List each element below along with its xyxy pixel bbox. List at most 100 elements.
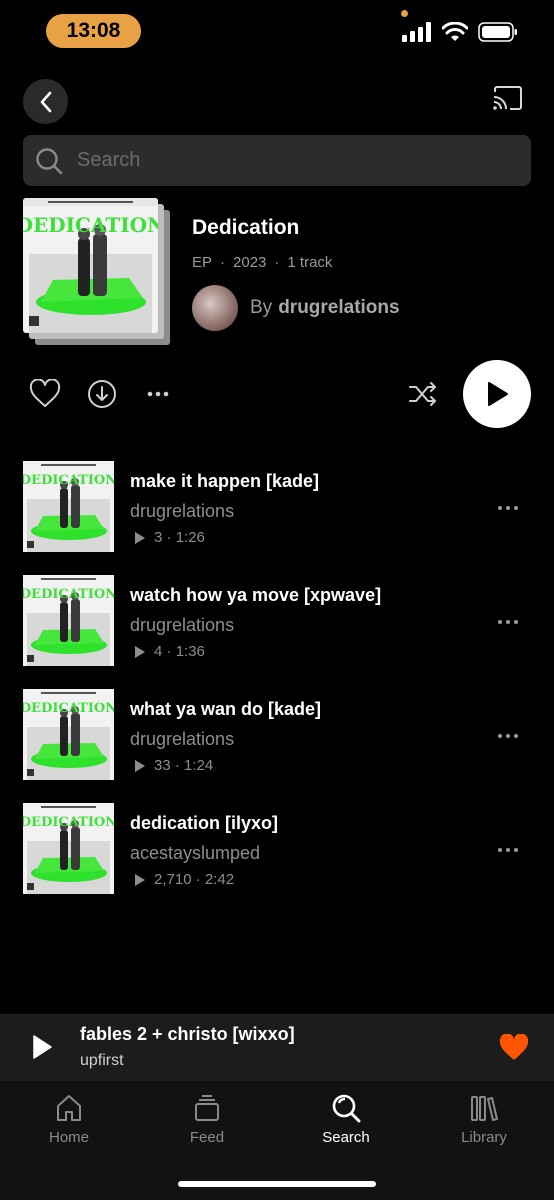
track-artwork-image: DEDICATION — [23, 461, 114, 552]
track-title: make it happen [kade] — [130, 471, 320, 491]
cast-button[interactable] — [492, 85, 524, 118]
status-time: 13:08 — [46, 14, 141, 48]
search-icon — [36, 147, 63, 174]
heart-filled-icon — [499, 1033, 529, 1060]
album-meta: EP · 2023 · 1 track — [192, 254, 332, 271]
play-icon — [33, 1035, 52, 1059]
artist-avatar — [192, 285, 238, 331]
track-title: watch how ya move [xpwave] — [130, 585, 382, 605]
track-plays: 2,710 — [154, 871, 192, 888]
now-playing-title: fables 2 + christo [wixxo] — [80, 1024, 295, 1044]
track-title: what ya wan do [kade] — [130, 699, 322, 719]
album-type: EP — [192, 254, 213, 271]
artist-name: drugrelations — [278, 297, 400, 318]
search-input[interactable]: Search — [23, 135, 531, 186]
cast-icon — [493, 86, 522, 110]
search-placeholder: Search — [77, 149, 141, 171]
cellular-signal-icon — [402, 22, 431, 42]
track-duration: 2:42 — [204, 871, 235, 888]
more-horizontal-icon — [498, 620, 518, 624]
track-plays: 4 — [154, 643, 163, 660]
library-icon — [471, 1096, 498, 1121]
track-artwork-image: DEDICATION — [23, 803, 114, 894]
artist-by-label: By — [250, 297, 273, 318]
track-row[interactable]: DEDICATION what ya wan do [kade] drugrel… — [23, 689, 531, 780]
like-button[interactable] — [29, 378, 61, 414]
search-icon — [332, 1094, 361, 1123]
track-duration: 1:26 — [175, 529, 205, 546]
track-more-button[interactable] — [497, 613, 519, 631]
tab-label: Feed — [189, 1129, 225, 1146]
shuffle-icon — [409, 382, 436, 406]
more-horizontal-icon — [147, 391, 169, 397]
track-artist: drugrelations — [130, 729, 235, 749]
track-artwork-text: DEDICATION — [23, 587, 114, 602]
battery-icon — [478, 22, 517, 42]
track-more-button[interactable] — [497, 727, 519, 745]
track-stats: 2,710 · 2:42 — [134, 871, 234, 888]
chevron-left-icon — [40, 91, 51, 112]
home-icon — [57, 1095, 81, 1121]
track-artwork-text: DEDICATION — [23, 701, 114, 716]
track-plays: 3 — [154, 529, 163, 546]
track-artwork-text: DEDICATION — [23, 473, 114, 488]
track-artwork: DEDICATION — [23, 575, 114, 666]
track-artwork: DEDICATION — [23, 803, 114, 894]
track-duration: 1:36 — [175, 643, 205, 660]
album-artwork: DEDICATION — [23, 198, 158, 333]
track-more-button[interactable] — [497, 499, 519, 517]
track-row[interactable]: DEDICATION make it happen [kade] drugrel… — [23, 461, 531, 552]
track-row[interactable]: DEDICATION watch how ya move [xpwave] dr… — [23, 575, 531, 666]
track-title: dedication [ilyxo] — [130, 813, 279, 833]
more-horizontal-icon — [498, 848, 518, 852]
track-artist: drugrelations — [130, 615, 235, 635]
privacy-indicator-dot — [401, 10, 408, 17]
track-stats: 4 · 1:36 — [134, 643, 205, 660]
tab-label: Search — [322, 1129, 370, 1146]
now-playing-artist: upfirst — [80, 1052, 124, 1069]
album-track-count: 1 track — [287, 254, 333, 271]
track-artist: drugrelations — [130, 501, 235, 521]
tab-library[interactable]: Library — [424, 1093, 544, 1146]
wifi-icon — [442, 22, 468, 41]
meta-separator: · — [220, 254, 226, 271]
artist-link[interactable]: By drugrelations — [192, 285, 400, 331]
play-count-icon — [135, 759, 145, 772]
track-row[interactable]: DEDICATION dedication [ilyxo] acestayslu… — [23, 803, 531, 894]
back-button[interactable] — [23, 79, 68, 124]
track-stats: 33 · 1:24 — [134, 757, 213, 774]
meta-separator: · — [274, 254, 280, 271]
track-artwork-image: DEDICATION — [23, 689, 114, 780]
play-icon — [488, 382, 508, 406]
tab-label: Home — [48, 1129, 89, 1146]
download-icon — [88, 380, 116, 408]
album-title: Dedication — [192, 216, 300, 239]
tab-home[interactable]: Home — [9, 1093, 129, 1146]
tab-search[interactable]: Search — [286, 1093, 406, 1146]
cover-title-text: DEDICATION — [23, 213, 158, 237]
mini-like-button[interactable] — [499, 1033, 529, 1067]
album-cover: DEDICATION — [23, 198, 158, 333]
track-artwork: DEDICATION — [23, 689, 114, 780]
heart-outline-icon — [29, 378, 61, 407]
track-artwork: DEDICATION — [23, 461, 114, 552]
track-artist: acestayslumped — [130, 843, 261, 863]
more-options-button[interactable] — [146, 382, 170, 411]
play-count-icon — [135, 531, 145, 544]
download-button[interactable] — [87, 379, 117, 414]
more-horizontal-icon — [498, 506, 518, 510]
album-year: 2023 — [233, 254, 267, 271]
feed-icon — [195, 1095, 219, 1121]
mini-play-button[interactable] — [31, 1034, 53, 1065]
album-cover-stack[interactable]: DEDICATION — [23, 198, 173, 348]
tab-feed[interactable]: Feed — [147, 1093, 267, 1146]
track-duration: 1:24 — [184, 757, 214, 774]
track-artwork-image: DEDICATION — [23, 575, 114, 666]
status-icons — [402, 22, 518, 42]
track-more-button[interactable] — [497, 841, 519, 859]
shuffle-button[interactable] — [408, 380, 438, 413]
mini-player[interactable]: fables 2 + christo [wixxo] upfirst — [0, 1014, 554, 1081]
tab-label: Library — [461, 1129, 507, 1146]
track-plays: 33 — [154, 757, 171, 774]
play-button[interactable] — [463, 360, 531, 428]
